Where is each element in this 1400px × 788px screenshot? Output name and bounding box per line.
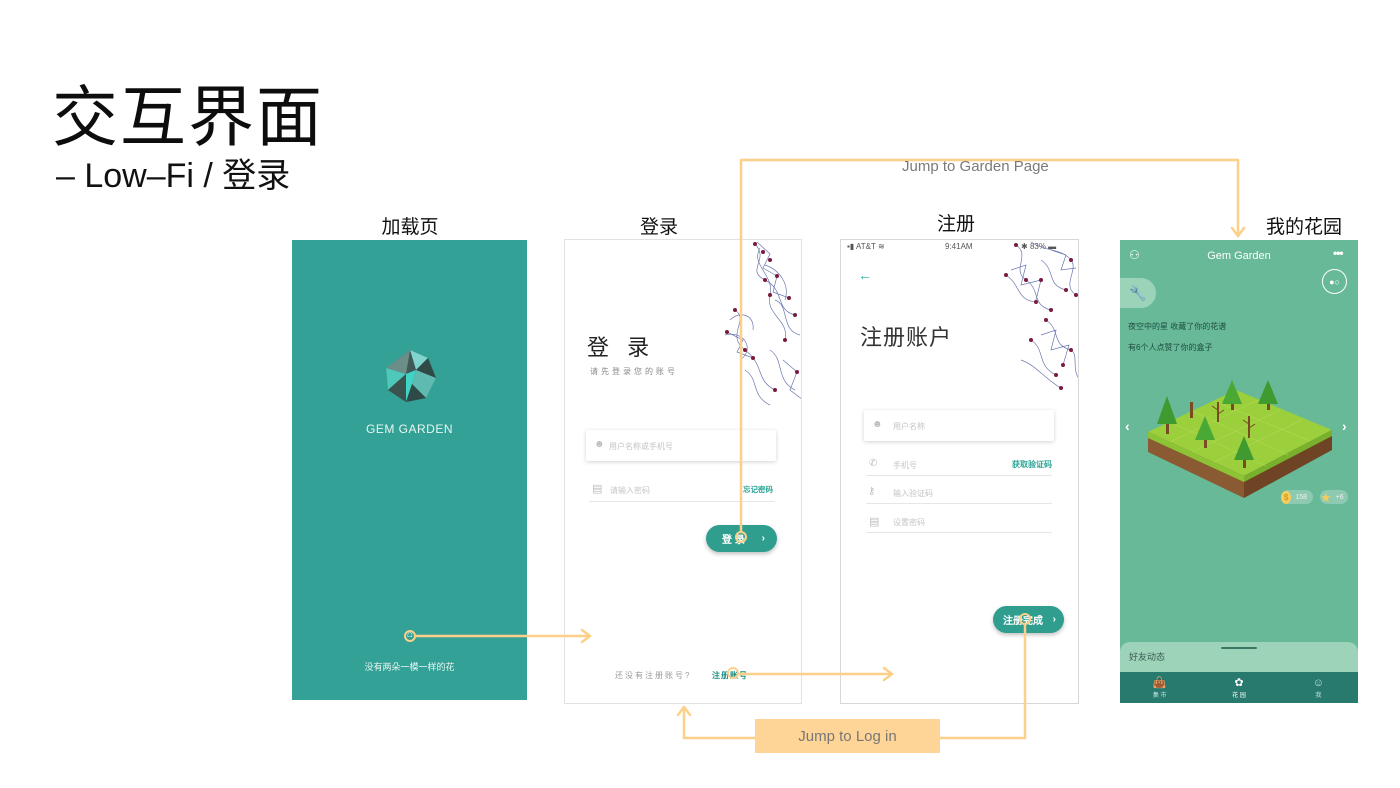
- user-icon: ☻: [872, 419, 883, 430]
- phone-icon: ✆: [869, 458, 878, 469]
- flower-icon: ✿: [1234, 677, 1244, 689]
- chevron-right-icon: ›: [1052, 614, 1056, 625]
- garden-screen: ⚇ Gem Garden ••• ●○ 🔧 夜空中的星 收藏了你的花谱 有6个人…: [1120, 240, 1358, 703]
- label-loading: 加载页: [381, 217, 439, 238]
- password-placeholder: 设置密码: [893, 518, 925, 527]
- decorative-pattern: [724, 241, 801, 406]
- label-garden: 我的花园: [1265, 217, 1342, 238]
- code-placeholder: 输入验证码: [893, 489, 933, 498]
- login-title: 登 录: [587, 335, 656, 360]
- username-placeholder: 用户名称或手机号: [609, 442, 673, 451]
- register-button-label: 注册完成: [1003, 616, 1043, 627]
- back-arrow-icon[interactable]: ←: [858, 267, 872, 283]
- code-underline: [866, 503, 1052, 504]
- feed-item: 夜空中的星 收藏了你的花谱: [1128, 322, 1227, 331]
- drag-handle[interactable]: [1221, 647, 1257, 649]
- decorative-pattern: [1004, 241, 1078, 390]
- tab-market[interactable]: 👜 集 市: [1120, 672, 1199, 703]
- brand-name: GEM GARDEN: [365, 422, 453, 436]
- username-placeholder: 用户名称: [893, 422, 925, 431]
- lock-icon: ▤: [592, 483, 603, 495]
- register-submit-button[interactable]: 注册完成 ›: [993, 606, 1064, 633]
- slide-title: 交互界面: [52, 80, 324, 154]
- gem-logo-icon: [386, 350, 436, 402]
- signal-icon: ▪▮: [847, 242, 857, 251]
- code-input[interactable]: ⚷ 输入验证码: [865, 482, 1045, 502]
- face-icon: ☺: [1312, 676, 1324, 689]
- coin-icon: $: [1281, 490, 1292, 504]
- status-time: 9:41AM: [945, 242, 973, 251]
- user-icon: ☻: [594, 439, 605, 450]
- chevron-right-icon: ›: [761, 533, 765, 544]
- login-button[interactable]: 登 录 ›: [706, 525, 777, 552]
- view-toggle-button[interactable]: ●○: [1322, 269, 1347, 294]
- lock-icon: ▤: [869, 516, 880, 528]
- password-input[interactable]: ▤ 设置密码: [865, 511, 1045, 531]
- phone-underline: [866, 475, 1052, 476]
- forgot-password-link[interactable]: 忘记密码: [743, 484, 773, 495]
- signup-prompt: 还没有注册账号?: [615, 671, 692, 680]
- phone-input[interactable]: ✆ 手机号: [865, 454, 1005, 474]
- wifi-icon: ≋: [875, 242, 885, 251]
- register-title: 注册账户: [860, 325, 953, 350]
- garden-header: ⚇ Gem Garden •••: [1120, 240, 1358, 272]
- jump-garden-label: Jump to Garden Page: [902, 158, 1049, 175]
- tab-garden[interactable]: ✿ 花 园: [1199, 672, 1278, 703]
- key-icon: ⚷: [868, 486, 876, 497]
- password-input[interactable]: ▤ 请输入密码: [589, 478, 739, 500]
- slide-subtitle: – Low–Fi / 登录: [56, 157, 291, 195]
- password-underline: [589, 501, 775, 502]
- username-input[interactable]: ☻ 用户名称或手机号: [586, 430, 776, 461]
- register-screen: ▪▮ AT&T ≋ 9:41AM ✱ 83% ▬ ← 注册账户 ☻ 用户名称 ✆…: [840, 239, 1079, 704]
- password-underline: [866, 532, 1052, 533]
- signup-link[interactable]: 注册账号: [712, 670, 748, 681]
- garden-island: [1148, 380, 1332, 498]
- get-code-button[interactable]: 获取验证码: [1012, 459, 1052, 470]
- chevron-left-icon[interactable]: ‹: [1125, 418, 1130, 434]
- friends-activity-title: 好友动态: [1129, 652, 1166, 662]
- phone-placeholder: 手机号: [893, 461, 917, 470]
- coins-badge: $ 158: [1281, 490, 1313, 504]
- feed-item: 有6个人点赞了你的盒子: [1128, 343, 1213, 352]
- wrench-icon[interactable]: 🔧: [1120, 278, 1156, 308]
- chevron-right-icon[interactable]: ›: [1342, 418, 1347, 434]
- label-register: 注册: [936, 214, 975, 235]
- login-subtitle: 请先登录您的账号: [590, 367, 678, 376]
- more-icon[interactable]: •••: [1333, 246, 1344, 260]
- jump-login-label: Jump to Log in: [755, 719, 940, 753]
- username-input[interactable]: ☻ 用户名称: [864, 410, 1054, 441]
- garden-title: Gem Garden: [1207, 250, 1271, 262]
- login-screen: 登 录 请先登录您的账号 ☻ 用户名称或手机号 ▤ 请输入密码 忘记密码 登 录…: [564, 239, 802, 704]
- label-login: 登录: [639, 217, 678, 238]
- stars-badge: ★ +6: [1320, 490, 1348, 504]
- tagline: 没有两朵一模一样的花: [364, 662, 455, 672]
- login-button-label: 登 录: [722, 535, 745, 546]
- loading-spinner-icon: ⌂: [406, 629, 414, 640]
- stars-count: +6: [1335, 493, 1344, 501]
- star-icon: ★: [1320, 489, 1332, 505]
- tab-me[interactable]: ☺ 我: [1279, 672, 1358, 703]
- coins-count: 158: [1295, 493, 1307, 501]
- status-carrier: ▪▮ AT&T ≋: [847, 242, 885, 251]
- bottom-tab-bar: 👜 集 市 ✿ 花 园 ☺ 我: [1120, 672, 1358, 703]
- loading-screen: GEM GARDEN ⌂ 没有两朵一模一样的花: [292, 240, 527, 700]
- password-placeholder: 请输入密码: [610, 486, 650, 495]
- shop-bag-icon: 👜: [1152, 677, 1167, 689]
